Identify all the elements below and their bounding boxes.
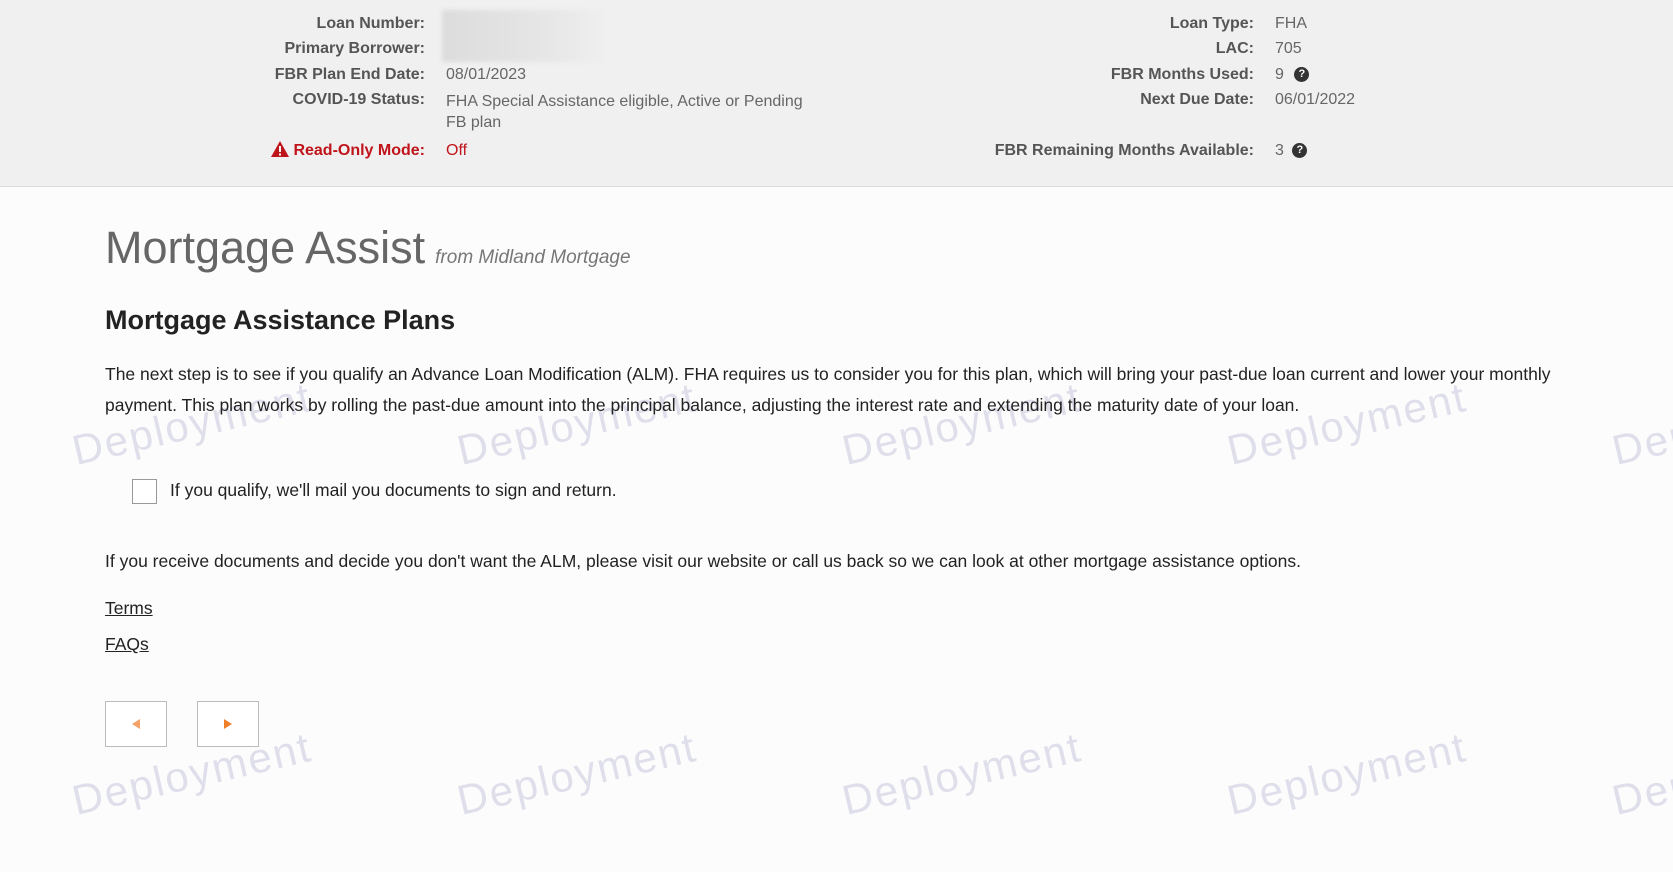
primary-borrower-label: Primary Borrower:	[284, 40, 426, 57]
warning-triangle-icon	[271, 141, 289, 157]
mail-documents-checkbox[interactable]	[132, 479, 157, 504]
next-due-date-value: 06/01/2022	[1275, 91, 1356, 108]
fbr-remaining-months-label: FBR Remaining Months Available:	[994, 142, 1254, 159]
fbr-plan-end-date-label: FBR Plan End Date:	[274, 66, 425, 83]
next-due-date-label: Next Due Date:	[1140, 91, 1254, 108]
watermark: Deployment	[452, 723, 702, 824]
page-subtitle: from Midland Mortgage	[435, 247, 631, 268]
watermark: Deployment	[1607, 723, 1673, 824]
help-icon[interactable]: ?	[1292, 143, 1308, 159]
read-only-mode-value: Off	[446, 142, 468, 159]
covid-status-label: COVID-19 Status:	[292, 91, 425, 108]
page-title-text: Mortgage Assist	[105, 222, 426, 273]
lac-value: 705	[1275, 40, 1302, 57]
triangle-right-icon	[224, 719, 232, 729]
help-icon[interactable]: ?	[1294, 67, 1310, 83]
terms-link[interactable]: Terms	[105, 598, 153, 619]
loan-type-value: FHA	[1275, 15, 1307, 32]
next-button[interactable]	[197, 701, 259, 747]
fbr-remaining-months-value: 3	[1275, 142, 1284, 159]
read-only-mode-label: Read-Only Mode:	[293, 142, 425, 159]
fbr-months-used-label: FBR Months Used:	[1110, 66, 1254, 83]
page-title: Mortgage Assist from Midland Mortgage	[105, 222, 631, 274]
fbr-months-used-row: 9 ?	[1275, 66, 1310, 84]
faqs-link[interactable]: FAQs	[105, 634, 149, 655]
fbr-remaining-months-row: 3 ?	[1275, 142, 1308, 160]
alm-decline-info: If you receive documents and decide you …	[105, 551, 1301, 571]
watermark: Deployment	[1607, 373, 1673, 474]
section-heading: Mortgage Assistance Plans	[105, 305, 456, 335]
watermark: Deployment	[837, 723, 1087, 824]
loan-number-label: Loan Number:	[316, 15, 425, 32]
covid-status-value: FHA Special Assistance eligible, Active …	[446, 93, 803, 131]
watermark: Deployment	[1222, 723, 1472, 824]
redacted-borrower-info	[442, 10, 612, 62]
lac-label: LAC:	[1215, 40, 1254, 57]
alm-description: The next step is to see if you qualify a…	[105, 364, 1551, 415]
mail-documents-label: If you qualify, we'll mail you documents…	[170, 480, 617, 500]
fbr-plan-end-date-value: 08/01/2023	[446, 66, 527, 83]
previous-button[interactable]	[105, 701, 167, 747]
triangle-left-icon	[132, 719, 140, 729]
loan-type-label: Loan Type:	[1169, 15, 1254, 32]
loan-info-header: Loan Number: Primary Borrower: FBR Plan …	[0, 0, 1673, 187]
fbr-months-used-value: 9	[1275, 66, 1284, 83]
